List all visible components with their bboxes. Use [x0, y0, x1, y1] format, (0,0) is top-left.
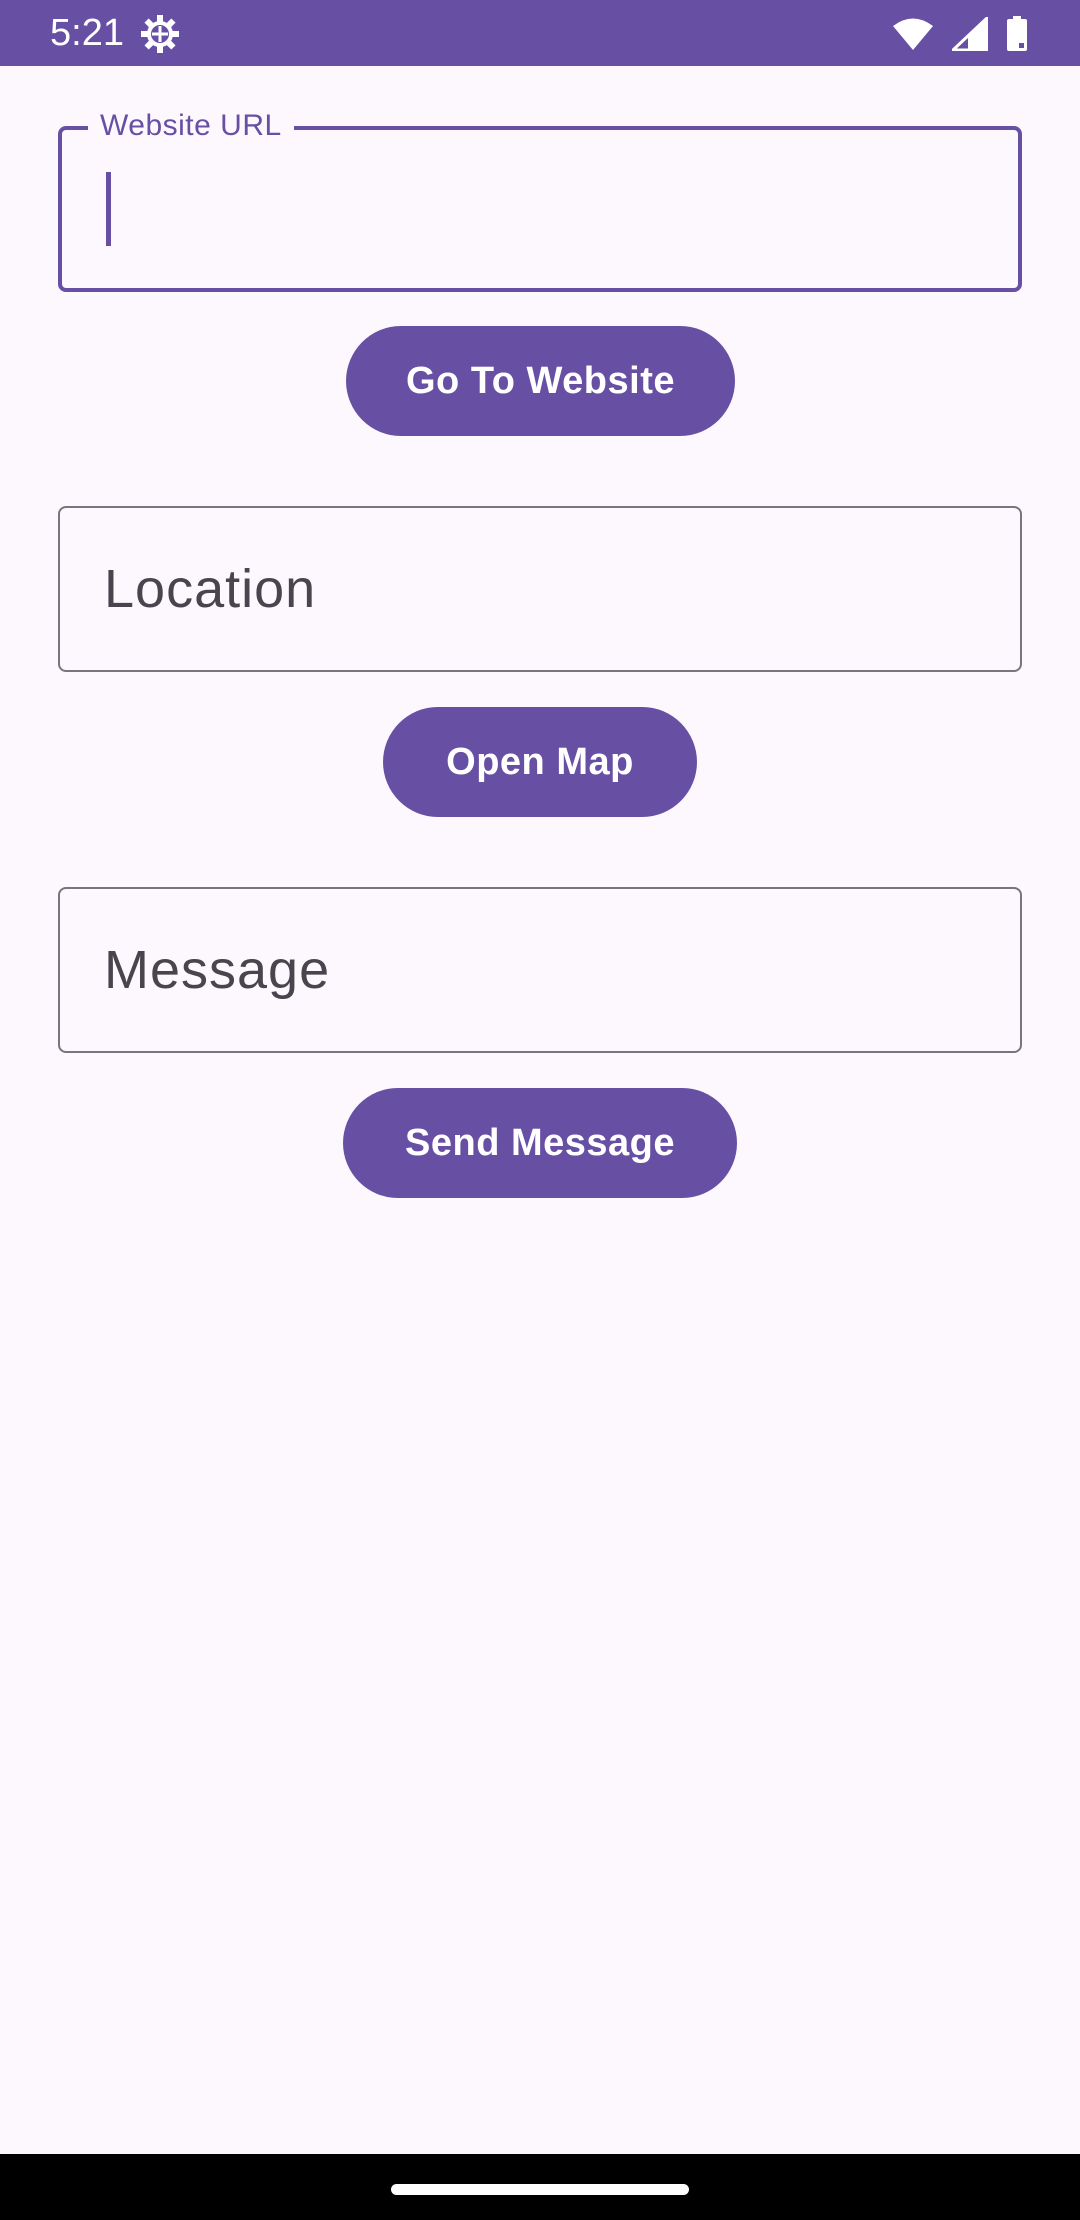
- cell-signal-icon: [952, 17, 988, 51]
- message-field[interactable]: Message: [58, 887, 1022, 1053]
- navigation-bar: [0, 2154, 1080, 2220]
- status-bar: 5:21: [0, 0, 1080, 66]
- location-placeholder: Location: [104, 559, 317, 619]
- battery-icon: [1006, 16, 1028, 52]
- home-gesture-handle[interactable]: [391, 2184, 689, 2195]
- message-placeholder: Message: [104, 940, 331, 1000]
- text-cursor: [106, 172, 111, 246]
- wifi-icon: [892, 17, 934, 51]
- location-field[interactable]: Location: [58, 506, 1022, 672]
- website-url-label: Website URL: [88, 108, 294, 144]
- open-map-button[interactable]: Open Map: [383, 707, 697, 817]
- status-time: 5:21: [50, 12, 124, 54]
- send-message-button[interactable]: Send Message: [343, 1088, 737, 1198]
- go-to-website-button[interactable]: Go To Website: [346, 326, 735, 436]
- settings-gear-icon: [140, 14, 180, 54]
- status-icons: [892, 14, 1028, 54]
- website-url-field[interactable]: Website URL: [58, 108, 1022, 292]
